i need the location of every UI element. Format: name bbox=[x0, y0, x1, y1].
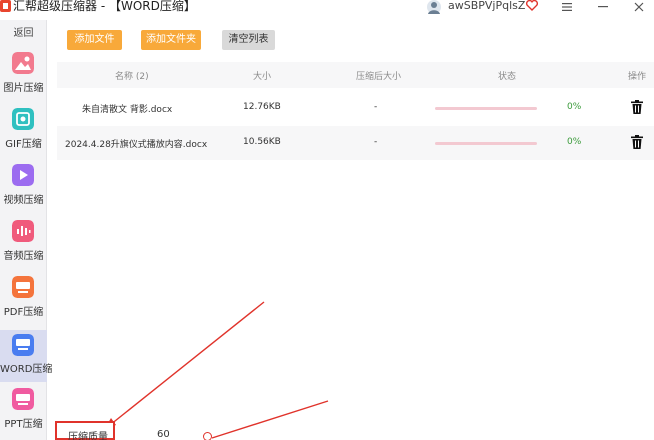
word-icon bbox=[12, 334, 34, 356]
window-title: 汇帮超级压缩器 - 【WORD压缩】 bbox=[13, 0, 196, 13]
gif-icon bbox=[12, 108, 34, 130]
sidebar-item-label: 图片压缩 bbox=[3, 83, 44, 94]
column-header-compressed-size[interactable]: 压缩后大小 bbox=[356, 69, 401, 82]
vip-heart-icon[interactable] bbox=[526, 0, 538, 11]
sidebar-item-image[interactable]: 图片压缩 bbox=[0, 52, 47, 104]
app-logo-icon bbox=[0, 0, 11, 12]
audio-icon bbox=[12, 220, 34, 242]
minimize-icon bbox=[598, 6, 608, 8]
sidebar-item-label: WORD压缩 bbox=[0, 364, 53, 375]
progress-bar bbox=[435, 142, 537, 145]
add-folder-button[interactable]: 添加文件夹 bbox=[141, 30, 201, 50]
compressed-size: - bbox=[374, 102, 378, 112]
progress-percent: 0% bbox=[567, 137, 582, 147]
sidebar-item-video[interactable]: 视频压缩 bbox=[0, 164, 47, 216]
menu-button[interactable] bbox=[558, 0, 576, 14]
title-bar: 汇帮超级压缩器 - 【WORD压缩】 awSBPVjPqlsZ bbox=[0, 0, 654, 19]
close-icon bbox=[634, 2, 644, 12]
slider-handle[interactable] bbox=[203, 432, 212, 440]
sidebar: 返回 图片压缩 GIF压缩 视频压缩 音频压缩 PDF压缩 WORD压缩 PPT… bbox=[0, 20, 53, 440]
file-name: 朱自清散文 背影.docx bbox=[82, 105, 173, 115]
compression-quality-value[interactable]: 60 bbox=[157, 429, 170, 440]
table-header: 名称 (2) 大小 压缩后大小 状态 操作 bbox=[57, 62, 654, 88]
column-header-actions: 操作 bbox=[628, 72, 647, 82]
table-row[interactable]: 2024.4.28升旗仪式播放内容.docx 10.56KB - 0% bbox=[57, 126, 654, 160]
username: awSBPVjPqlsZ bbox=[448, 0, 526, 12]
file-size: 12.76KB bbox=[243, 102, 281, 112]
column-header-status[interactable]: 状态 bbox=[498, 69, 516, 82]
add-file-button[interactable]: 添加文件 bbox=[67, 30, 122, 50]
ppt-icon bbox=[12, 388, 34, 410]
sidebar-item-gif[interactable]: GIF压缩 bbox=[0, 108, 47, 160]
image-icon bbox=[12, 52, 34, 74]
clear-list-button[interactable]: 清空列表 bbox=[222, 30, 275, 50]
sidebar-item-label: 视频压缩 bbox=[3, 195, 44, 206]
sidebar-item-word[interactable]: WORD压缩 bbox=[0, 330, 53, 382]
sidebar-item-label: PDF压缩 bbox=[3, 307, 44, 318]
progress-percent: 0% bbox=[567, 102, 582, 112]
pdf-icon bbox=[12, 276, 34, 298]
video-play-icon bbox=[12, 164, 34, 186]
sidebar-item-pdf[interactable]: PDF压缩 bbox=[0, 276, 47, 328]
menu-icon bbox=[562, 3, 572, 11]
sidebar-item-label: GIF压缩 bbox=[5, 139, 42, 150]
compressed-size: - bbox=[374, 137, 378, 147]
minimize-button[interactable] bbox=[594, 0, 612, 14]
compression-quality-label: 压缩质量 bbox=[68, 432, 108, 440]
back-button[interactable]: 返回 bbox=[0, 24, 47, 39]
table-row[interactable]: 朱自清散文 背影.docx 12.76KB - 0% bbox=[57, 91, 654, 125]
app-window: 汇帮超级压缩器 - 【WORD压缩】 awSBPVjPqlsZ 返回 图片压缩 … bbox=[0, 0, 654, 440]
sidebar-item-label: 音频压缩 bbox=[3, 251, 44, 262]
trash-icon[interactable] bbox=[631, 135, 643, 149]
column-header-name[interactable]: 名称 (2) bbox=[115, 69, 149, 82]
progress-bar bbox=[435, 107, 537, 110]
file-size: 10.56KB bbox=[243, 137, 281, 147]
column-header-size[interactable]: 大小 bbox=[253, 69, 271, 82]
avatar[interactable] bbox=[426, 0, 442, 14]
sidebar-item-ppt[interactable]: PPT压缩 bbox=[0, 388, 47, 440]
compression-quality-highlight: 压缩质量 bbox=[55, 421, 115, 440]
close-button[interactable] bbox=[630, 0, 648, 14]
sidebar-item-audio[interactable]: 音频压缩 bbox=[0, 220, 47, 272]
trash-icon[interactable] bbox=[631, 100, 643, 114]
sidebar-item-label: PPT压缩 bbox=[4, 419, 43, 430]
file-name: 2024.4.28升旗仪式播放内容.docx bbox=[65, 140, 208, 150]
